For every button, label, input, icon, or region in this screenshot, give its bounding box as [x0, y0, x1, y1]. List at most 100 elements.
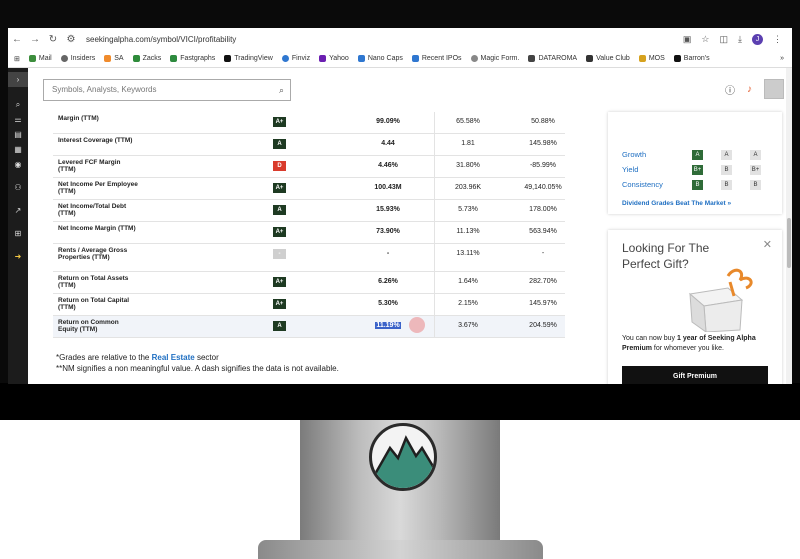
gift-text: You can now buy 1 year of Seeking Alpha …	[622, 335, 756, 352]
reload-icon[interactable]: ↻	[44, 34, 62, 45]
expand-nav-icon[interactable]: ›	[8, 72, 28, 87]
grade-badge: A+	[273, 227, 286, 237]
news-nav-icon[interactable]: ▤	[8, 127, 28, 142]
insiders-icon	[60, 55, 68, 62]
sector-median: 1.81	[461, 140, 475, 147]
help-icon[interactable]: ⓘ	[725, 82, 735, 97]
metric-label: Net Income/Total Debt (TTM)	[58, 203, 127, 217]
bookmark-value-club[interactable]: Value Club	[586, 55, 630, 62]
bookmark-dataroma[interactable]: DATAROMA	[528, 55, 577, 62]
arrow-nav-icon[interactable]: ➜	[8, 249, 28, 264]
metric-label: Net Income Margin (TTM)	[58, 225, 136, 232]
more-bookmarks-icon[interactable]: »	[780, 55, 792, 62]
table-row: Margin (TTM) A+ 99.09% 65.58% 50.88%	[53, 112, 565, 134]
grade-row-label[interactable]: Yield	[622, 165, 638, 174]
company-value: 15.93%	[376, 206, 400, 213]
search-placeholder: Symbols, Analysts, Keywords	[52, 85, 157, 94]
dividend-grades-link[interactable]: Dividend Grades Beat The Market »	[622, 200, 731, 207]
scrollbar-thumb[interactable]	[787, 218, 791, 268]
column-separator	[434, 316, 435, 337]
bookmark-barrons[interactable]: Barron's	[673, 55, 710, 62]
url-text[interactable]: seekingalpha.com/symbol/VICI/profitabili…	[86, 35, 236, 44]
grade-row-label[interactable]: Growth	[622, 150, 646, 159]
nano-caps-icon	[357, 55, 365, 62]
portfolio-nav-icon[interactable]: ▦	[8, 142, 28, 157]
screen: ← → ↻ ⚙ seekingalpha.com/symbol/VICI/pro…	[8, 28, 792, 384]
grades-top-fade	[622, 114, 772, 122]
grade-box: B+	[750, 165, 761, 175]
real-estate-link[interactable]: Real Estate	[152, 353, 195, 362]
download-icon[interactable]: ⤓	[738, 34, 742, 45]
people-nav-icon[interactable]: ◉	[8, 157, 28, 172]
dataroma-icon	[528, 55, 536, 62]
percent-diff: 282.70%	[529, 278, 557, 285]
user-avatar[interactable]	[764, 79, 784, 99]
search-icon[interactable]: ⌕	[279, 80, 284, 100]
bookmark-sa[interactable]: SA	[104, 55, 124, 62]
bookmark-star-icon[interactable]: ☆	[701, 34, 709, 45]
table-row: Rents / Average Gross Properties (TTM) - -…	[53, 244, 565, 272]
bookmark-recent-ipos[interactable]: Recent IPOs	[411, 55, 462, 62]
table-row: Net Income Margin (TTM) A+ 73.90% 11.13% 563…	[53, 222, 565, 244]
percent-diff: 145.97%	[529, 300, 557, 307]
chart-nav-icon[interactable]: ↗	[8, 203, 28, 218]
install-icon[interactable]: ▣	[683, 34, 692, 45]
bookmark-zacks[interactable]: Zacks	[132, 55, 161, 62]
metric-label: Rents / Average Gross Properties (TTM)	[58, 247, 128, 261]
bookmark-mail[interactable]: Mail	[28, 55, 52, 62]
percent-diff: -	[541, 250, 545, 257]
bookmark-magic-form[interactable]: Magic Form.	[470, 55, 519, 62]
company-value: 4.44	[381, 140, 395, 147]
search-nav-icon[interactable]: ⌕	[8, 97, 28, 112]
profitability-table: Margin (TTM) A+ 99.09% 65.58% 50.88% Interest…	[53, 112, 565, 338]
bookmark-insiders[interactable]: Insiders	[60, 55, 95, 62]
menu-icon[interactable]: ⋮	[773, 34, 782, 45]
zacks-icon	[132, 55, 140, 62]
mail-icon	[28, 55, 36, 62]
bookmark-yahoo[interactable]: Yahoo	[319, 55, 349, 62]
screener-nav-icon[interactable]: ⚌	[8, 112, 28, 127]
site-settings-icon[interactable]: ⚙	[62, 34, 80, 45]
grade-box: B	[721, 180, 732, 190]
search-input[interactable]: Symbols, Analysts, Keywords ⌕	[43, 79, 291, 101]
column-separator	[434, 156, 435, 177]
yahoo-icon	[319, 55, 327, 62]
grade-row: Yield B+ B B+	[622, 165, 772, 176]
table-row: Return on Common Equity (TTM) A 11.19% 3.67…	[53, 316, 565, 338]
column-separator	[434, 244, 435, 271]
extensions-icon[interactable]: ◫	[720, 34, 729, 45]
fastgraphs-icon	[170, 55, 178, 62]
monitor-stand-base	[258, 540, 543, 559]
bookmark-nano-caps[interactable]: Nano Caps	[357, 55, 403, 62]
forward-icon[interactable]: →	[26, 34, 44, 45]
bookmark-mos[interactable]: MOS	[638, 55, 665, 62]
apps-grid-icon[interactable]: ⊞	[14, 55, 20, 63]
bookmark-fastgraphs[interactable]: Fastgraphs	[170, 55, 215, 62]
grade-badge: A+	[273, 277, 286, 287]
percent-diff: 178.00%	[529, 206, 557, 213]
percent-diff: -85.99%	[529, 162, 557, 169]
back-icon[interactable]: ←	[8, 34, 26, 45]
close-icon[interactable]: ✕	[763, 238, 772, 251]
profile-avatar[interactable]: J	[752, 33, 763, 45]
bell-icon[interactable]: ♪	[747, 84, 752, 95]
bookmark-tradingview[interactable]: TradingView	[224, 55, 273, 62]
percent-diff: 563.94%	[529, 228, 557, 235]
scrollbar[interactable]	[786, 68, 792, 384]
bookmarks-bar: ⊞ Mail Insiders SA Zacks Fastgraphs Trad…	[8, 50, 792, 68]
gift-box-icon	[670, 266, 760, 334]
gift-premium-button[interactable]: Gift Premium	[622, 366, 768, 384]
apps-nav-icon[interactable]: ⊞	[8, 226, 28, 241]
bookmark-finviz[interactable]: Finviz	[281, 55, 310, 62]
column-separator	[434, 134, 435, 155]
grade-row-label[interactable]: Consistency	[622, 180, 663, 189]
dividend-grades-card: Growth A A A Yield B+ B B+ Consistency B B B Dividen…	[608, 112, 782, 214]
column-separator	[434, 200, 435, 221]
grade-badge: -	[273, 249, 286, 259]
community-nav-icon[interactable]: ⚇	[8, 180, 28, 195]
site-header: Symbols, Analysts, Keywords ⌕ ⓘ ♪	[28, 68, 792, 112]
table-row: Return on Total Capital (TTM) A+ 5.30% 2.15…	[53, 294, 565, 316]
table-row: Net Income Per Employee (TTM) A+ 100.43M 20…	[53, 178, 565, 200]
grade-badge: A+	[273, 299, 286, 309]
browser-url-bar: ← → ↻ ⚙ seekingalpha.com/symbol/VICI/pro…	[8, 28, 792, 50]
